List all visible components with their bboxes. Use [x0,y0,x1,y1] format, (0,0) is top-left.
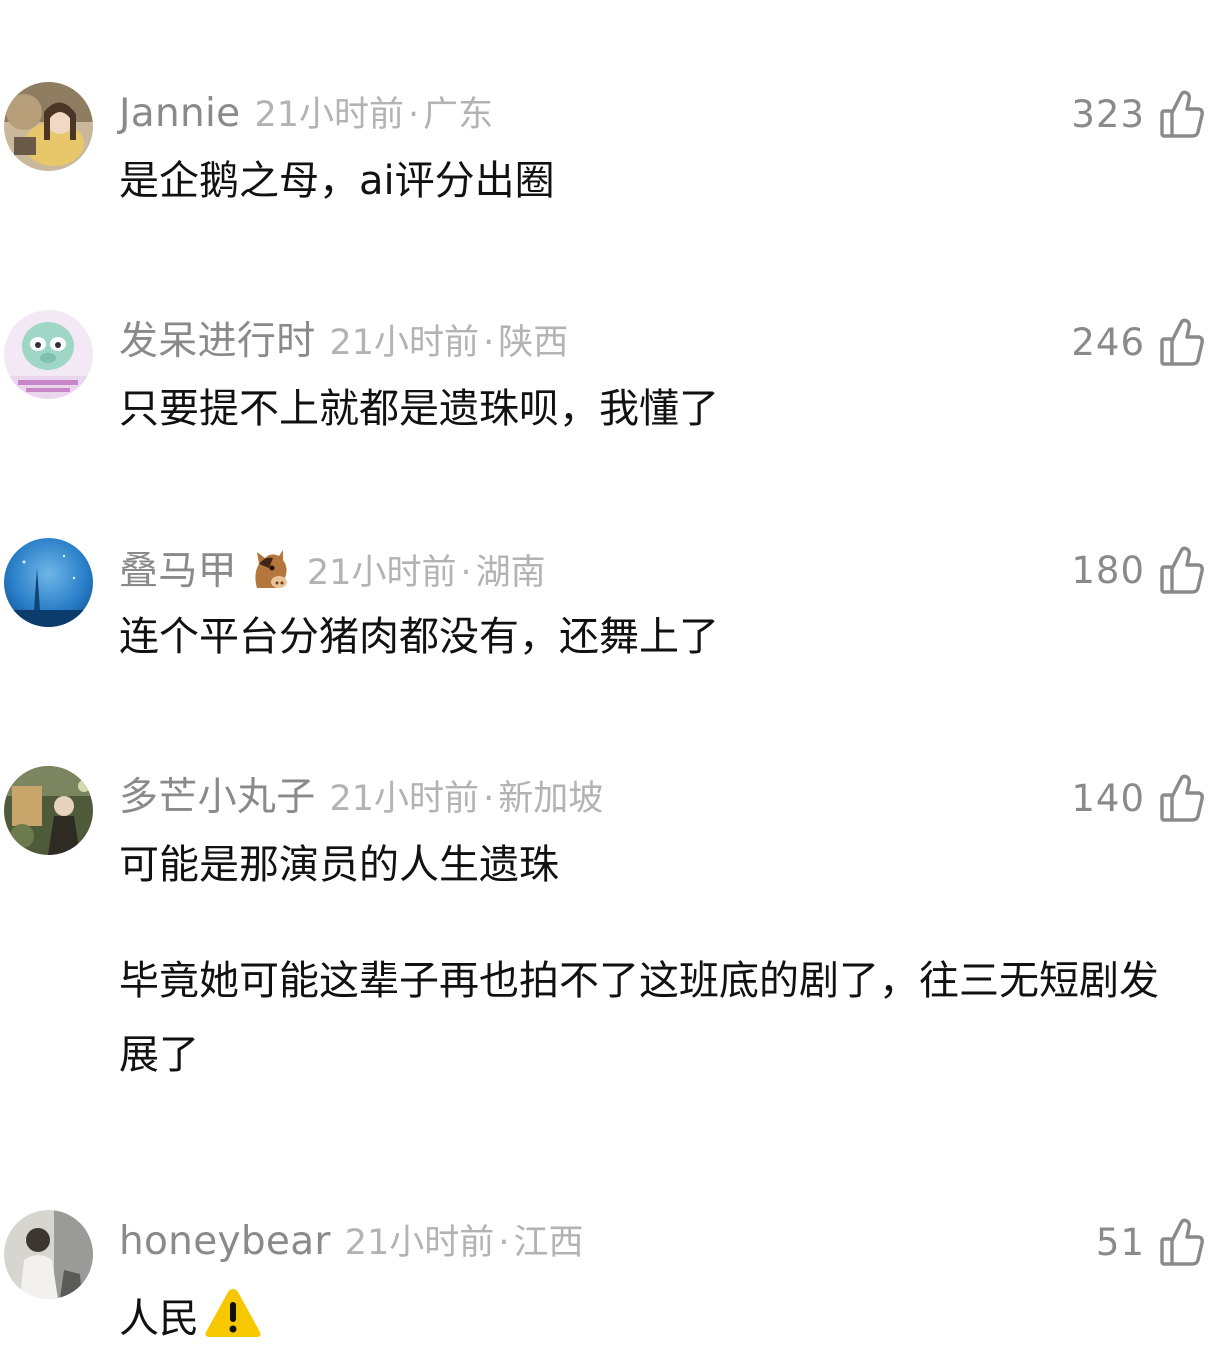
thumbs-up-icon[interactable] [1159,545,1205,595]
meta-separator: · [483,323,495,363]
meta-separator: · [483,779,495,819]
warning-icon [203,1286,263,1350]
like-count: 323 [1071,92,1145,136]
thumbs-up-icon[interactable] [1159,773,1205,823]
meta-separator: · [408,95,420,135]
comment-region: 湖南 [475,553,546,593]
comment-time: 21小时前 [254,95,405,135]
comment-text: 连个平台分猪肉都没有，还舞上了 [119,614,719,660]
comment-text: 只要提不上就都是遗珠呗，我懂了 [119,386,719,432]
comment-region: 江西 [513,1223,584,1263]
thumbs-up-icon[interactable] [1159,317,1205,367]
avatar[interactable] [4,82,93,171]
username[interactable]: 多芒小丸子 [119,775,316,820]
avatar[interactable] [4,766,93,855]
comment-meta: Jannie 21小时前 · 广东 [119,88,493,140]
comment-paragraph: 毕竟她可能这辈子再也拍不了这班底的剧了，往三无短剧发展了 [119,958,1159,1078]
username[interactable]: 叠马甲 [119,549,237,594]
comment-region: 新加坡 [498,779,604,819]
like-count: 180 [1071,548,1145,592]
like-count: 246 [1071,320,1145,364]
comment-text-content: 人民 [119,1296,199,1342]
comment-paragraph: 可能是那演员的人生遗珠 [119,842,559,888]
avatar[interactable] [4,538,93,627]
comment-text: 是企鹅之母，ai评分出圈 [119,158,555,204]
like-button[interactable]: 180 [1071,544,1205,596]
comment-time: 21小时前 [344,1223,495,1263]
comment-region: 陕西 [498,323,569,363]
comment-text: 可能是那演员的人生遗珠 毕竟她可能这辈子再也拍不了这班底的剧了，往三无短剧发展了 [119,842,1199,1092]
comment-meta: 叠马甲 21小时前 · 湖南 [119,544,546,596]
thumbs-up-icon[interactable] [1159,1217,1205,1267]
horse-face-icon [247,544,293,604]
username[interactable]: honeybear [119,1219,331,1264]
avatar[interactable] [4,310,93,399]
avatar[interactable] [4,1210,93,1299]
meta-separator: · [460,553,472,593]
comment-text: 人民 [119,1286,1199,1350]
comment-time: 21小时前 [329,323,480,363]
comment-time: 21小时前 [329,779,480,819]
username[interactable]: 发呆进行时 [119,319,316,364]
like-count: 51 [1095,1220,1145,1264]
like-count: 140 [1071,776,1145,820]
comment-meta: 多芒小丸子 21小时前 · 新加坡 [119,772,603,824]
like-button[interactable]: 51 [1096,1216,1205,1268]
comment-time: 21小时前 [306,553,457,593]
thumbs-up-icon[interactable] [1159,89,1205,139]
like-button[interactable]: 323 [1071,88,1205,140]
username[interactable]: Jannie [119,91,240,136]
comment-region: 广东 [423,95,494,135]
meta-separator: · [498,1223,510,1263]
like-button[interactable]: 140 [1071,772,1205,824]
like-button[interactable]: 246 [1071,316,1205,368]
comment-meta: 发呆进行时 21小时前 · 陕西 [119,316,568,368]
comment-meta: honeybear 21小时前 · 江西 [119,1216,583,1268]
